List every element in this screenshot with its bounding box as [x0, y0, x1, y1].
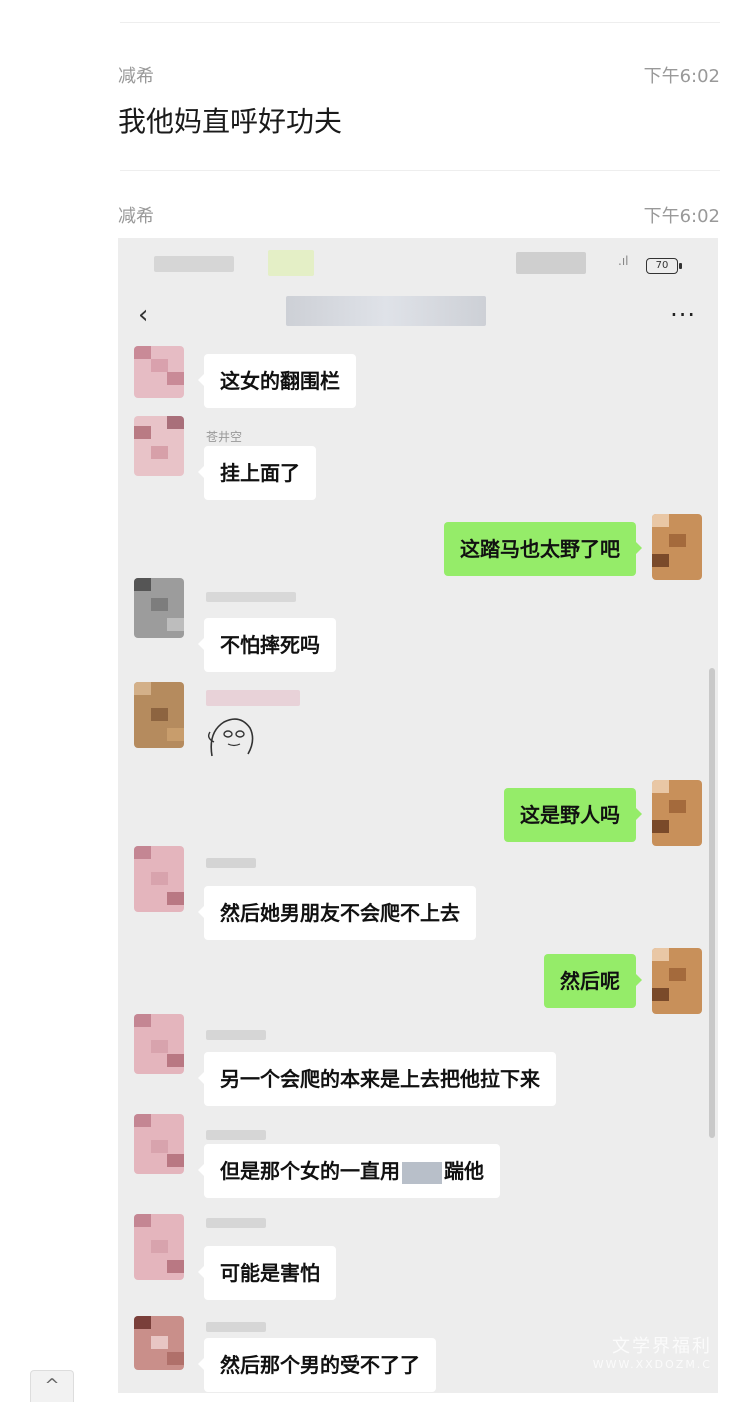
avatar[interactable]	[134, 846, 184, 912]
record-sender: 减希	[118, 206, 154, 227]
message-bubble: 这女的翻围栏	[198, 354, 356, 408]
battery-icon: 70	[646, 258, 682, 274]
message-bubble: 然后呢	[544, 954, 642, 1008]
avatar[interactable]	[652, 780, 702, 846]
message-bubble: 这是野人吗	[504, 788, 642, 842]
watermark-line-1: 文学界福利	[612, 1336, 712, 1357]
message-bubble: 这踏马也太野了吧	[444, 522, 642, 576]
blurred-sender-name	[206, 858, 256, 868]
avatar[interactable]	[134, 578, 184, 638]
divider-middle	[120, 170, 720, 171]
record-time: 下午6:02	[643, 206, 720, 227]
record-sender: 减希	[118, 66, 154, 87]
blurred-status-icons	[516, 252, 586, 274]
message-bubble: 然后她男朋友不会爬不上去	[198, 886, 476, 940]
face-sticker[interactable]	[204, 712, 258, 764]
blurred-sender-name	[206, 592, 296, 602]
avatar[interactable]	[652, 948, 702, 1014]
message-bubble: 但是那个女的一直用 踹他	[198, 1144, 500, 1198]
chat-header: ‹ ...	[118, 290, 718, 338]
blurred-sender-name	[206, 1218, 266, 1228]
message-bubble: 可能是害怕	[198, 1246, 336, 1300]
forward-record-1: 减希 下午6:02 我他妈直呼好功夫	[118, 62, 720, 152]
chevron-up-icon: ^	[44, 1375, 60, 1396]
signal-icon: .ıl	[618, 254, 629, 268]
message-text-part: 但是那个女的一直用	[220, 1159, 400, 1183]
avatar[interactable]	[134, 1014, 184, 1074]
message-bubble: 不怕摔死吗	[198, 618, 336, 672]
record-time: 下午6:02	[643, 66, 720, 87]
chat-screenshot-image[interactable]: .ıl 70 ‹ ... 这女的翻围栏 苍井空 挂上面了 这踏马也太野了吧 不怕…	[118, 238, 718, 1393]
blurred-sender-name	[206, 1322, 266, 1332]
blurred-sender-name	[206, 690, 300, 706]
watermark-line-2: WWW.XXDOZM.C	[592, 1358, 712, 1371]
avatar[interactable]	[652, 514, 702, 580]
avatar[interactable]	[134, 416, 184, 476]
chevron-left-icon[interactable]: ‹	[138, 300, 148, 330]
more-icon[interactable]: ...	[670, 294, 696, 322]
scroll-up-button[interactable]: ^	[30, 1370, 74, 1402]
blurred-sender-name	[206, 1130, 266, 1140]
blurred-word	[402, 1161, 442, 1184]
message-bubble: 另一个会爬的本来是上去把他拉下来	[198, 1052, 556, 1106]
avatar[interactable]	[134, 682, 184, 748]
message-bubble: 挂上面了	[198, 446, 316, 500]
blurred-time	[154, 256, 234, 272]
avatar[interactable]	[134, 1316, 184, 1370]
avatar[interactable]	[134, 1114, 184, 1174]
scrollbar[interactable]	[709, 668, 715, 1138]
watermark: 文学界福利 WWW.XXDOZM.C	[593, 1332, 712, 1371]
forward-record-2: 减希 下午6:02	[118, 202, 720, 232]
record-text: 我他妈直呼好功夫	[118, 105, 343, 138]
status-bar: .ıl 70	[118, 238, 718, 278]
blurred-indicator	[268, 250, 314, 276]
message-bubble: 然后那个男的受不了了	[198, 1338, 436, 1392]
sender-name: 苍井空	[206, 430, 243, 444]
avatar[interactable]	[134, 1214, 184, 1280]
avatar[interactable]	[134, 346, 184, 398]
blurred-chat-title	[286, 296, 486, 326]
divider-top	[120, 22, 720, 23]
message-text-part: 踹他	[444, 1159, 484, 1183]
blurred-sender-name	[206, 1030, 266, 1040]
